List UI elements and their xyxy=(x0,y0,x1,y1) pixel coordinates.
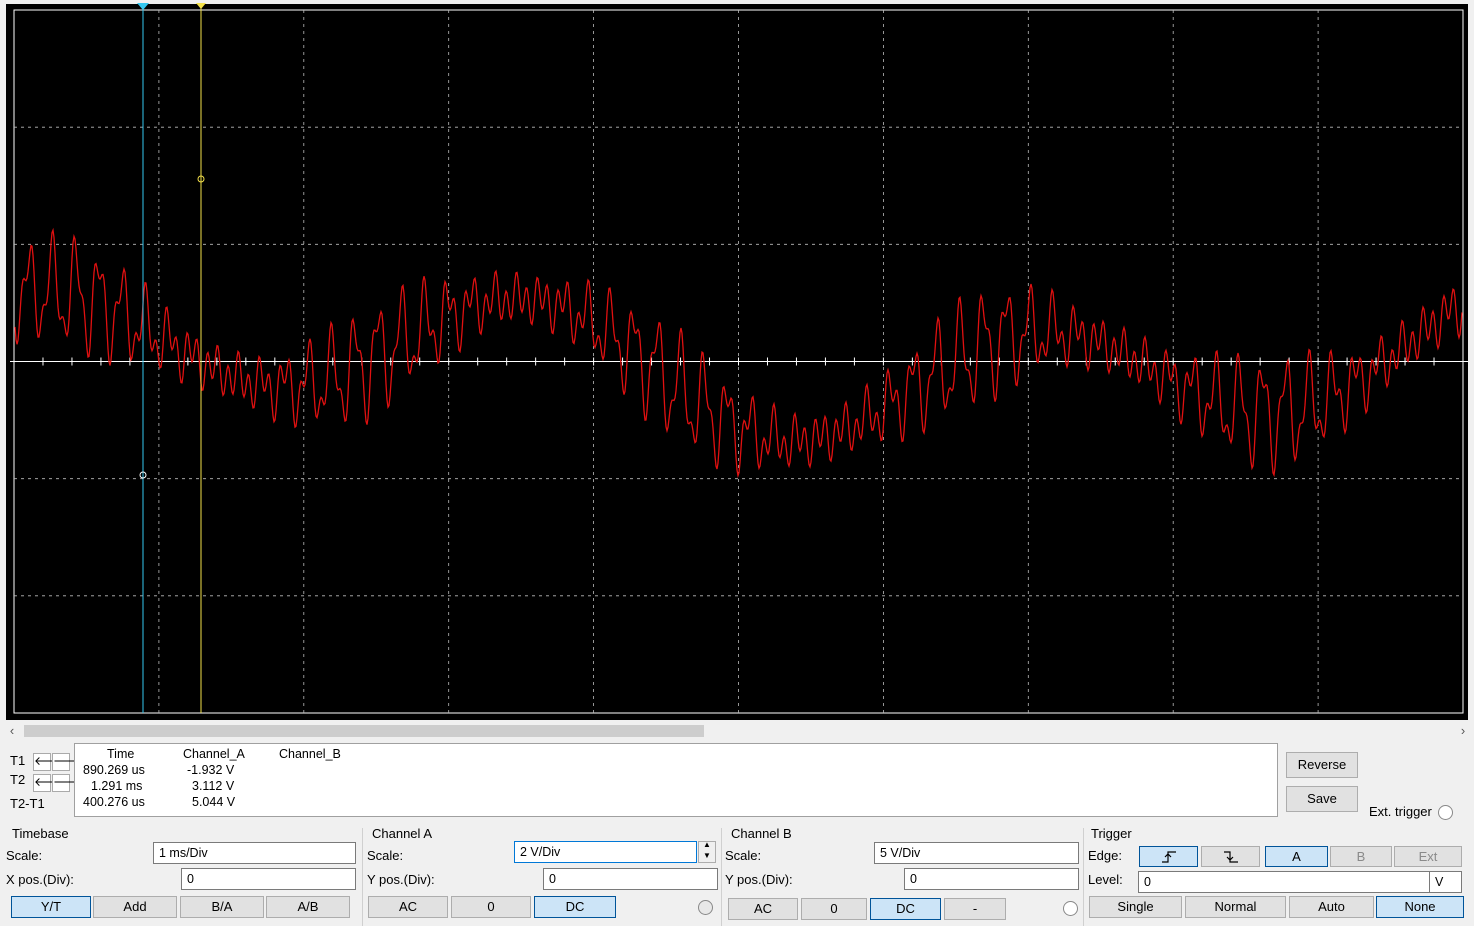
row-label-t2: T2 xyxy=(10,772,26,787)
timebase-xpos-label: X pos.(Div): xyxy=(6,872,74,887)
trigger-source-b-button[interactable]: B xyxy=(1330,846,1392,867)
t2-channel-a: 3.112 V xyxy=(192,779,235,793)
channel-b-radio[interactable] xyxy=(1063,901,1078,916)
channel-b-ypos-field[interactable]: 0 xyxy=(904,868,1079,890)
timebase-scale-field[interactable]: 1 ms/Div xyxy=(153,842,356,864)
t2-left-arrow-icon[interactable]: 🡐 xyxy=(33,774,66,792)
trigger-none-button[interactable]: None xyxy=(1376,896,1464,918)
channel-a-dc-button[interactable]: DC xyxy=(534,896,616,918)
ext-trigger-label: Ext. trigger xyxy=(1369,804,1432,819)
rising-edge-icon xyxy=(1161,851,1176,863)
mode-ab-button[interactable]: A/B xyxy=(266,896,350,918)
channel-a-title: Channel A xyxy=(372,826,432,841)
trigger-normal-button[interactable]: Normal xyxy=(1185,896,1286,918)
falling-edge-icon xyxy=(1223,851,1238,863)
mode-ba-button[interactable]: B/A xyxy=(180,896,264,918)
channel-a-ac-button[interactable]: AC xyxy=(368,896,448,918)
channel-b-scale-field[interactable]: 5 V/Div xyxy=(874,842,1079,864)
trigger-auto-button[interactable]: Auto xyxy=(1289,896,1374,918)
ext-trigger-radio[interactable] xyxy=(1438,805,1453,820)
mode-yt-button[interactable]: Y/T xyxy=(11,896,91,918)
oscilloscope-screen xyxy=(0,0,1474,722)
scroll-thumb[interactable] xyxy=(24,725,704,737)
channel-b-dc-button[interactable]: DC xyxy=(870,898,941,920)
header-time: Time xyxy=(107,747,135,761)
trigger-source-a-button[interactable]: A xyxy=(1265,846,1328,867)
trigger-rising-edge-button[interactable] xyxy=(1139,846,1198,867)
timebase-xpos-field[interactable]: 0 xyxy=(181,868,356,890)
timebase-title: Timebase xyxy=(12,826,69,841)
channel-b-scale-label: Scale: xyxy=(725,848,762,863)
channel-b-ac-button[interactable]: AC xyxy=(728,898,798,920)
t1-time: 890.269 us xyxy=(83,763,145,777)
separator xyxy=(362,828,363,926)
channel-a-zero-button[interactable]: 0 xyxy=(451,896,531,918)
trigger-level-field[interactable]: 0 xyxy=(1138,871,1430,893)
channel-b-ypos-label: Y pos.(Div): xyxy=(725,872,793,887)
channel-b-zero-button[interactable]: 0 xyxy=(801,898,867,920)
trigger-edge-label: Edge: xyxy=(1088,848,1122,863)
t2-time: 1.291 ms xyxy=(91,779,143,793)
t1-right-arrow-icon[interactable]: 🡒 xyxy=(52,753,85,771)
header-channel-a: Channel_A xyxy=(183,747,245,761)
timebase-scale-label: Scale: xyxy=(6,848,43,863)
channel-a-radio[interactable] xyxy=(698,900,713,915)
row-label-t1: T1 xyxy=(10,753,26,768)
scroll-right-icon[interactable]: › xyxy=(1455,723,1471,739)
row-label-t2-t1: T2-T1 xyxy=(10,796,45,811)
save-button[interactable]: Save xyxy=(1286,786,1358,812)
trigger-level-label: Level: xyxy=(1088,872,1123,887)
channel-a-scale-spinner[interactable]: ▲ ▼ xyxy=(698,840,716,863)
spin-down-icon[interactable]: ▼ xyxy=(703,851,711,860)
t2-right-arrow-icon[interactable]: 🡒 xyxy=(52,774,85,792)
spin-up-icon[interactable]: ▲ xyxy=(703,840,711,849)
channel-a-scale-field[interactable]: 2 V/Div xyxy=(514,841,697,863)
t1-left-arrow-icon[interactable]: 🡐 xyxy=(33,753,66,771)
t2t1-channel-a: 5.044 V xyxy=(192,795,236,809)
t1-channel-a: -1.932 V xyxy=(187,763,235,777)
cursor-readout-table: Time Channel_A Channel_B 890.269 us -1.9… xyxy=(74,743,1278,817)
t2t1-time: 400.276 us xyxy=(83,795,145,809)
channel-b-invert-button[interactable]: - xyxy=(944,898,1006,920)
separator xyxy=(721,828,722,926)
channel-a-scale-label: Scale: xyxy=(367,848,404,863)
mode-add-button[interactable]: Add xyxy=(93,896,177,918)
trigger-source-ext-button[interactable]: Ext xyxy=(1394,846,1462,867)
trigger-title: Trigger xyxy=(1091,826,1132,841)
trigger-level-unit: V xyxy=(1429,871,1462,893)
trigger-falling-edge-button[interactable] xyxy=(1201,846,1260,867)
separator xyxy=(1083,828,1084,926)
reverse-button[interactable]: Reverse xyxy=(1286,752,1358,778)
scroll-left-icon[interactable]: ‹ xyxy=(4,723,20,739)
header-channel-b: Channel_B xyxy=(279,747,341,761)
channel-a-ypos-label: Y pos.(Div): xyxy=(367,872,435,887)
channel-a-ypos-field[interactable]: 0 xyxy=(543,868,718,890)
channel-b-title: Channel B xyxy=(731,826,792,841)
horizontal-scrollbar[interactable]: ‹ › xyxy=(0,722,1474,740)
trigger-single-button[interactable]: Single xyxy=(1089,896,1182,918)
